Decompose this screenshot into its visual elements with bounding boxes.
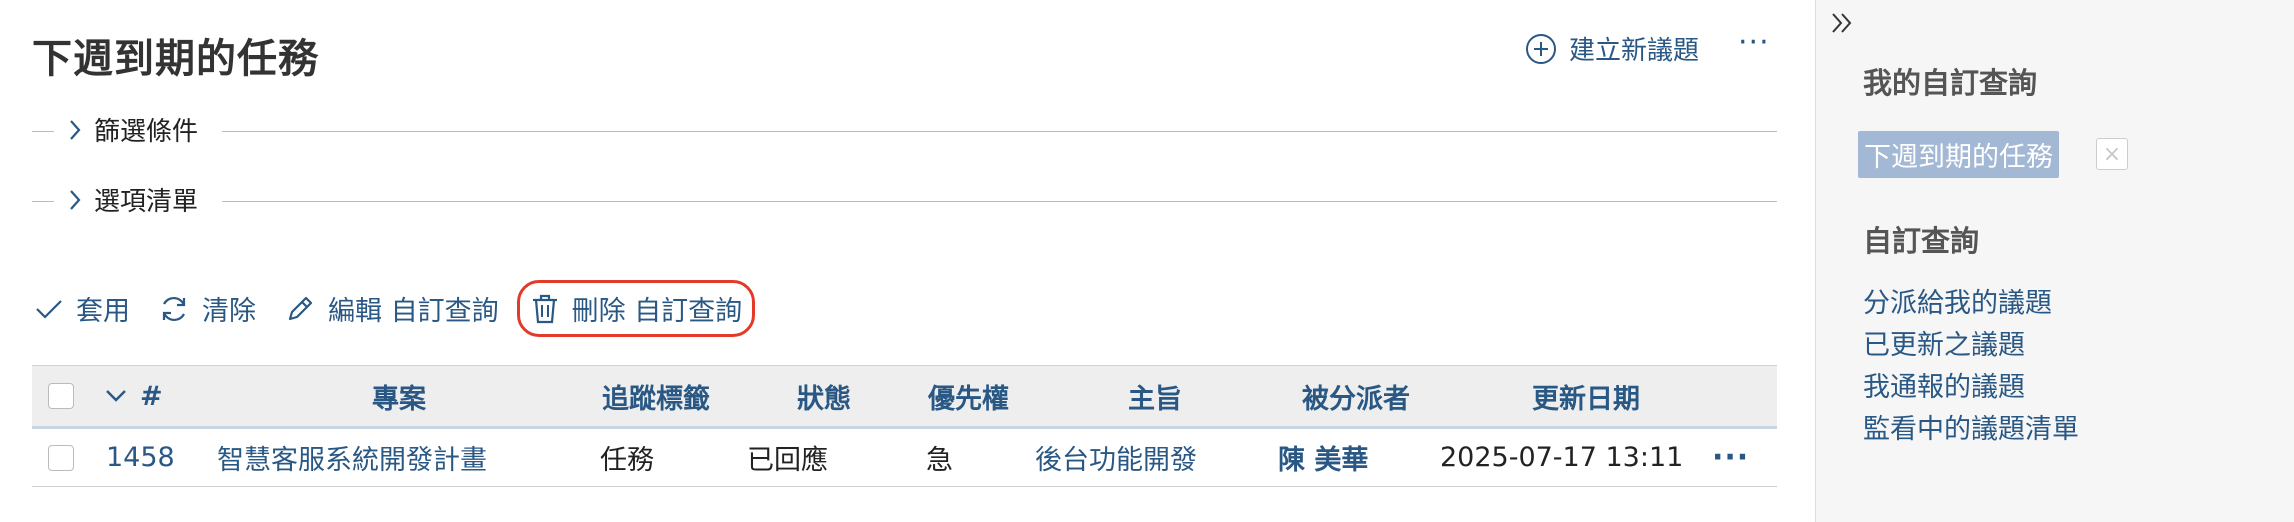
sort-column-id[interactable]: # xyxy=(104,366,163,426)
query-link-reported[interactable]: 我通報的議題 xyxy=(1863,370,2079,406)
edit-query-label: 編輯 自訂查詢 xyxy=(328,296,499,327)
filter-legend-label: 篩選條件 xyxy=(94,117,199,147)
assignee-link[interactable]: 陳 美華 xyxy=(1278,429,1368,486)
issue-id-link[interactable]: 1458 xyxy=(106,429,175,486)
edit-query-button[interactable]: 編輯 自訂查詢 xyxy=(284,289,499,328)
main-content: 下週到期的任務 建立新議題 ··· 篩選條件 選項清單 套用 清除 編輯 自訂查… xyxy=(0,0,1815,522)
updated-cell: 2025-07-17 13:11 xyxy=(1440,442,1684,473)
refresh-icon xyxy=(162,296,186,321)
options-fieldset: 選項清單 xyxy=(32,181,1777,221)
query-actions: 套用 清除 編輯 自訂查詢 刪除 自訂查詢 xyxy=(34,280,783,337)
chevron-right-icon xyxy=(70,119,81,140)
remove-query-icon[interactable]: × xyxy=(2096,138,2128,170)
plus-circle-icon xyxy=(1526,33,1556,64)
delete-query-label: 刪除 自訂查詢 xyxy=(571,296,743,327)
delete-query-button[interactable]: 刪除 自訂查詢 xyxy=(516,280,756,337)
queries-heading: 自訂查詢 xyxy=(1863,224,1980,258)
column-header-status[interactable]: 狀態 xyxy=(797,366,851,426)
apply-button[interactable]: 套用 xyxy=(34,289,130,328)
subject-link[interactable]: 後台功能開發 xyxy=(1035,429,1197,486)
page-title: 下週到期的任務 xyxy=(32,36,319,82)
sidebar: 我的自訂查詢 下週到期的任務 × 自訂查詢 分派給我的議題 已更新之議題 我通報… xyxy=(1815,0,2294,522)
query-link-assigned-to-me[interactable]: 分派給我的議題 xyxy=(1863,286,2079,322)
priority-cell: 急 xyxy=(926,445,953,476)
query-link-watched[interactable]: 監看中的議題清單 xyxy=(1863,412,2079,448)
divider xyxy=(222,131,1777,132)
pencil-icon xyxy=(288,296,313,320)
status-cell: 已回應 xyxy=(747,445,828,476)
clear-label: 清除 xyxy=(202,296,256,327)
table-header: # 專案 追蹤標籤 狀態 優先權 主旨 被分派者 更新日期 xyxy=(32,365,1777,429)
check-icon xyxy=(36,299,62,319)
new-issue-label: 建立新議題 xyxy=(1569,36,1700,66)
options-toggle[interactable]: 選項清單 xyxy=(66,181,209,218)
column-header-assignee[interactable]: 被分派者 xyxy=(1302,366,1410,426)
chevron-right-icon xyxy=(70,189,81,210)
column-header-priority[interactable]: 優先權 xyxy=(928,366,1009,426)
current-query-tag[interactable]: 下週到期的任務 xyxy=(1858,131,2059,178)
trash-icon xyxy=(532,294,557,323)
column-header-id: # xyxy=(140,380,163,412)
options-legend-label: 選項清單 xyxy=(94,187,199,217)
apply-label: 套用 xyxy=(76,296,130,327)
query-link-updated[interactable]: 已更新之議題 xyxy=(1863,328,2079,364)
clear-button[interactable]: 清除 xyxy=(158,289,256,328)
my-queries-heading: 我的自訂查詢 xyxy=(1863,66,2038,100)
new-issue-button[interactable]: 建立新議題 xyxy=(1525,30,1699,67)
issues-table: # 專案 追蹤標籤 狀態 優先權 主旨 被分派者 更新日期 1458 智慧客服系… xyxy=(32,365,1777,487)
select-all-checkbox[interactable] xyxy=(48,366,74,426)
row-more-icon[interactable]: ··· xyxy=(1712,429,1749,486)
column-header-subject[interactable]: 主旨 xyxy=(1128,366,1182,426)
column-header-project[interactable]: 專案 xyxy=(372,366,426,426)
row-checkbox[interactable] xyxy=(48,429,74,486)
divider xyxy=(32,131,54,132)
project-link[interactable]: 智慧客服系統開發計畫 xyxy=(217,429,487,486)
column-header-updated[interactable]: 更新日期 xyxy=(1532,366,1640,426)
query-links: 分派給我的議題 已更新之議題 我通報的議題 監看中的議題清單 xyxy=(1863,286,2079,448)
filter-toggle[interactable]: 篩選條件 xyxy=(66,111,209,148)
column-header-tracker[interactable]: 追蹤標籤 xyxy=(602,366,710,426)
more-actions-icon[interactable]: ··· xyxy=(1738,28,1770,58)
divider xyxy=(32,201,54,202)
divider xyxy=(222,201,1777,202)
collapse-sidebar-icon[interactable] xyxy=(1828,8,1858,46)
table-row[interactable]: 1458 智慧客服系統開發計畫 任務 已回應 急 後台功能開發 陳 美華 202… xyxy=(32,429,1777,487)
tracker-cell: 任務 xyxy=(600,445,654,476)
filter-fieldset: 篩選條件 xyxy=(32,111,1777,151)
chevron-down-icon xyxy=(106,390,126,402)
